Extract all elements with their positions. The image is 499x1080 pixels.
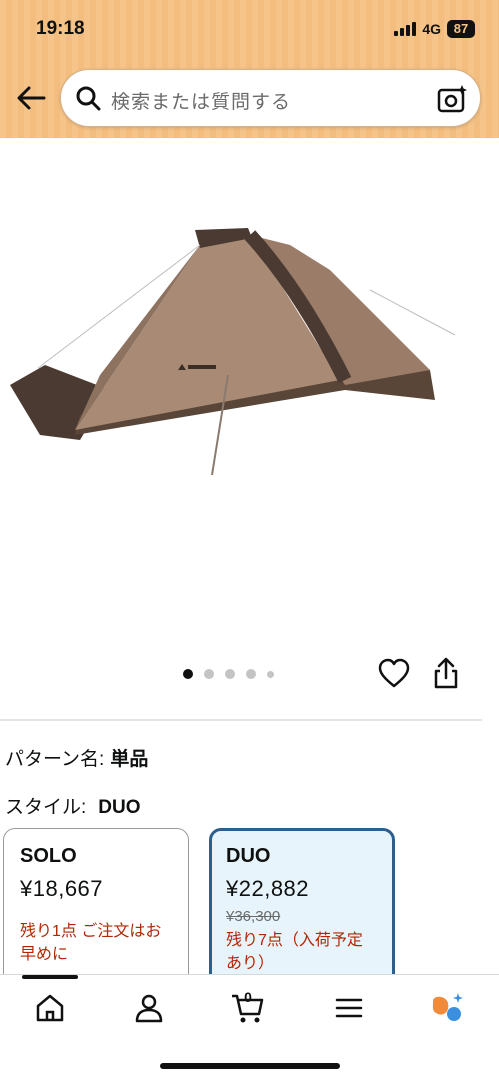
back-button[interactable] [14, 82, 48, 114]
active-tab-indicator [22, 975, 78, 979]
share-icon[interactable] [432, 656, 460, 690]
bottom-nav: 0 [0, 974, 499, 1080]
option-price: ¥18,667 [20, 876, 104, 901]
pattern-row: パターン名: 単品 [5, 744, 148, 771]
app-header: 19:18 4G 87 検索または質問する [0, 0, 499, 138]
style-row: スタイル: DUO [5, 792, 141, 819]
heart-icon[interactable] [378, 658, 410, 690]
search-input[interactable]: 検索または質問する [111, 87, 291, 114]
status-time: 19:18 [36, 18, 85, 39]
signal-icon [394, 22, 417, 36]
section-divider [0, 719, 482, 721]
network-type: 4G [422, 21, 441, 37]
carousel-dot[interactable] [225, 669, 235, 679]
option-stock-status: 残り1点 ご注文はお早めに [20, 923, 162, 963]
option-list-price: ¥36,300 [226, 908, 281, 925]
style-option-duo[interactable]: DUO ¥22,882 ¥36,300 残り7点（入荷予定あり） [209, 828, 395, 988]
rufus-icon[interactable] [430, 991, 464, 1025]
carousel-dot[interactable] [267, 670, 274, 678]
style-option-solo[interactable]: SOLO ¥18,667 残り1点 ご注文はお早めに [3, 828, 189, 988]
product-image-tent[interactable] [0, 190, 499, 490]
status-indicators: 4G 87 [394, 20, 475, 38]
home-icon[interactable] [33, 991, 67, 1025]
camera-search-icon[interactable] [436, 83, 468, 115]
style-value: DUO [98, 797, 141, 818]
pattern-label: パターン名: [5, 749, 105, 770]
back-arrow-icon [17, 86, 46, 110]
option-name: SOLO [20, 845, 77, 867]
search-icon [76, 86, 101, 111]
cart-count: 0 [244, 989, 252, 1005]
image-carousel-dots[interactable] [183, 669, 274, 679]
style-label: スタイル: [5, 797, 87, 818]
home-indicator [160, 1063, 340, 1069]
search-bar[interactable]: 検索または質問する [60, 69, 481, 127]
pattern-value: 単品 [110, 749, 149, 770]
menu-icon[interactable] [332, 991, 366, 1025]
battery-icon: 87 [447, 20, 475, 38]
cart-button[interactable]: 0 [230, 989, 264, 1025]
option-name: DUO [226, 845, 271, 867]
option-price: ¥22,882 [226, 876, 310, 901]
carousel-dot[interactable] [246, 669, 256, 679]
account-icon[interactable] [132, 991, 166, 1025]
option-stock-status: 残り7点（入荷予定あり） [226, 932, 363, 972]
carousel-dot[interactable] [204, 669, 214, 679]
carousel-dot[interactable] [183, 669, 193, 679]
